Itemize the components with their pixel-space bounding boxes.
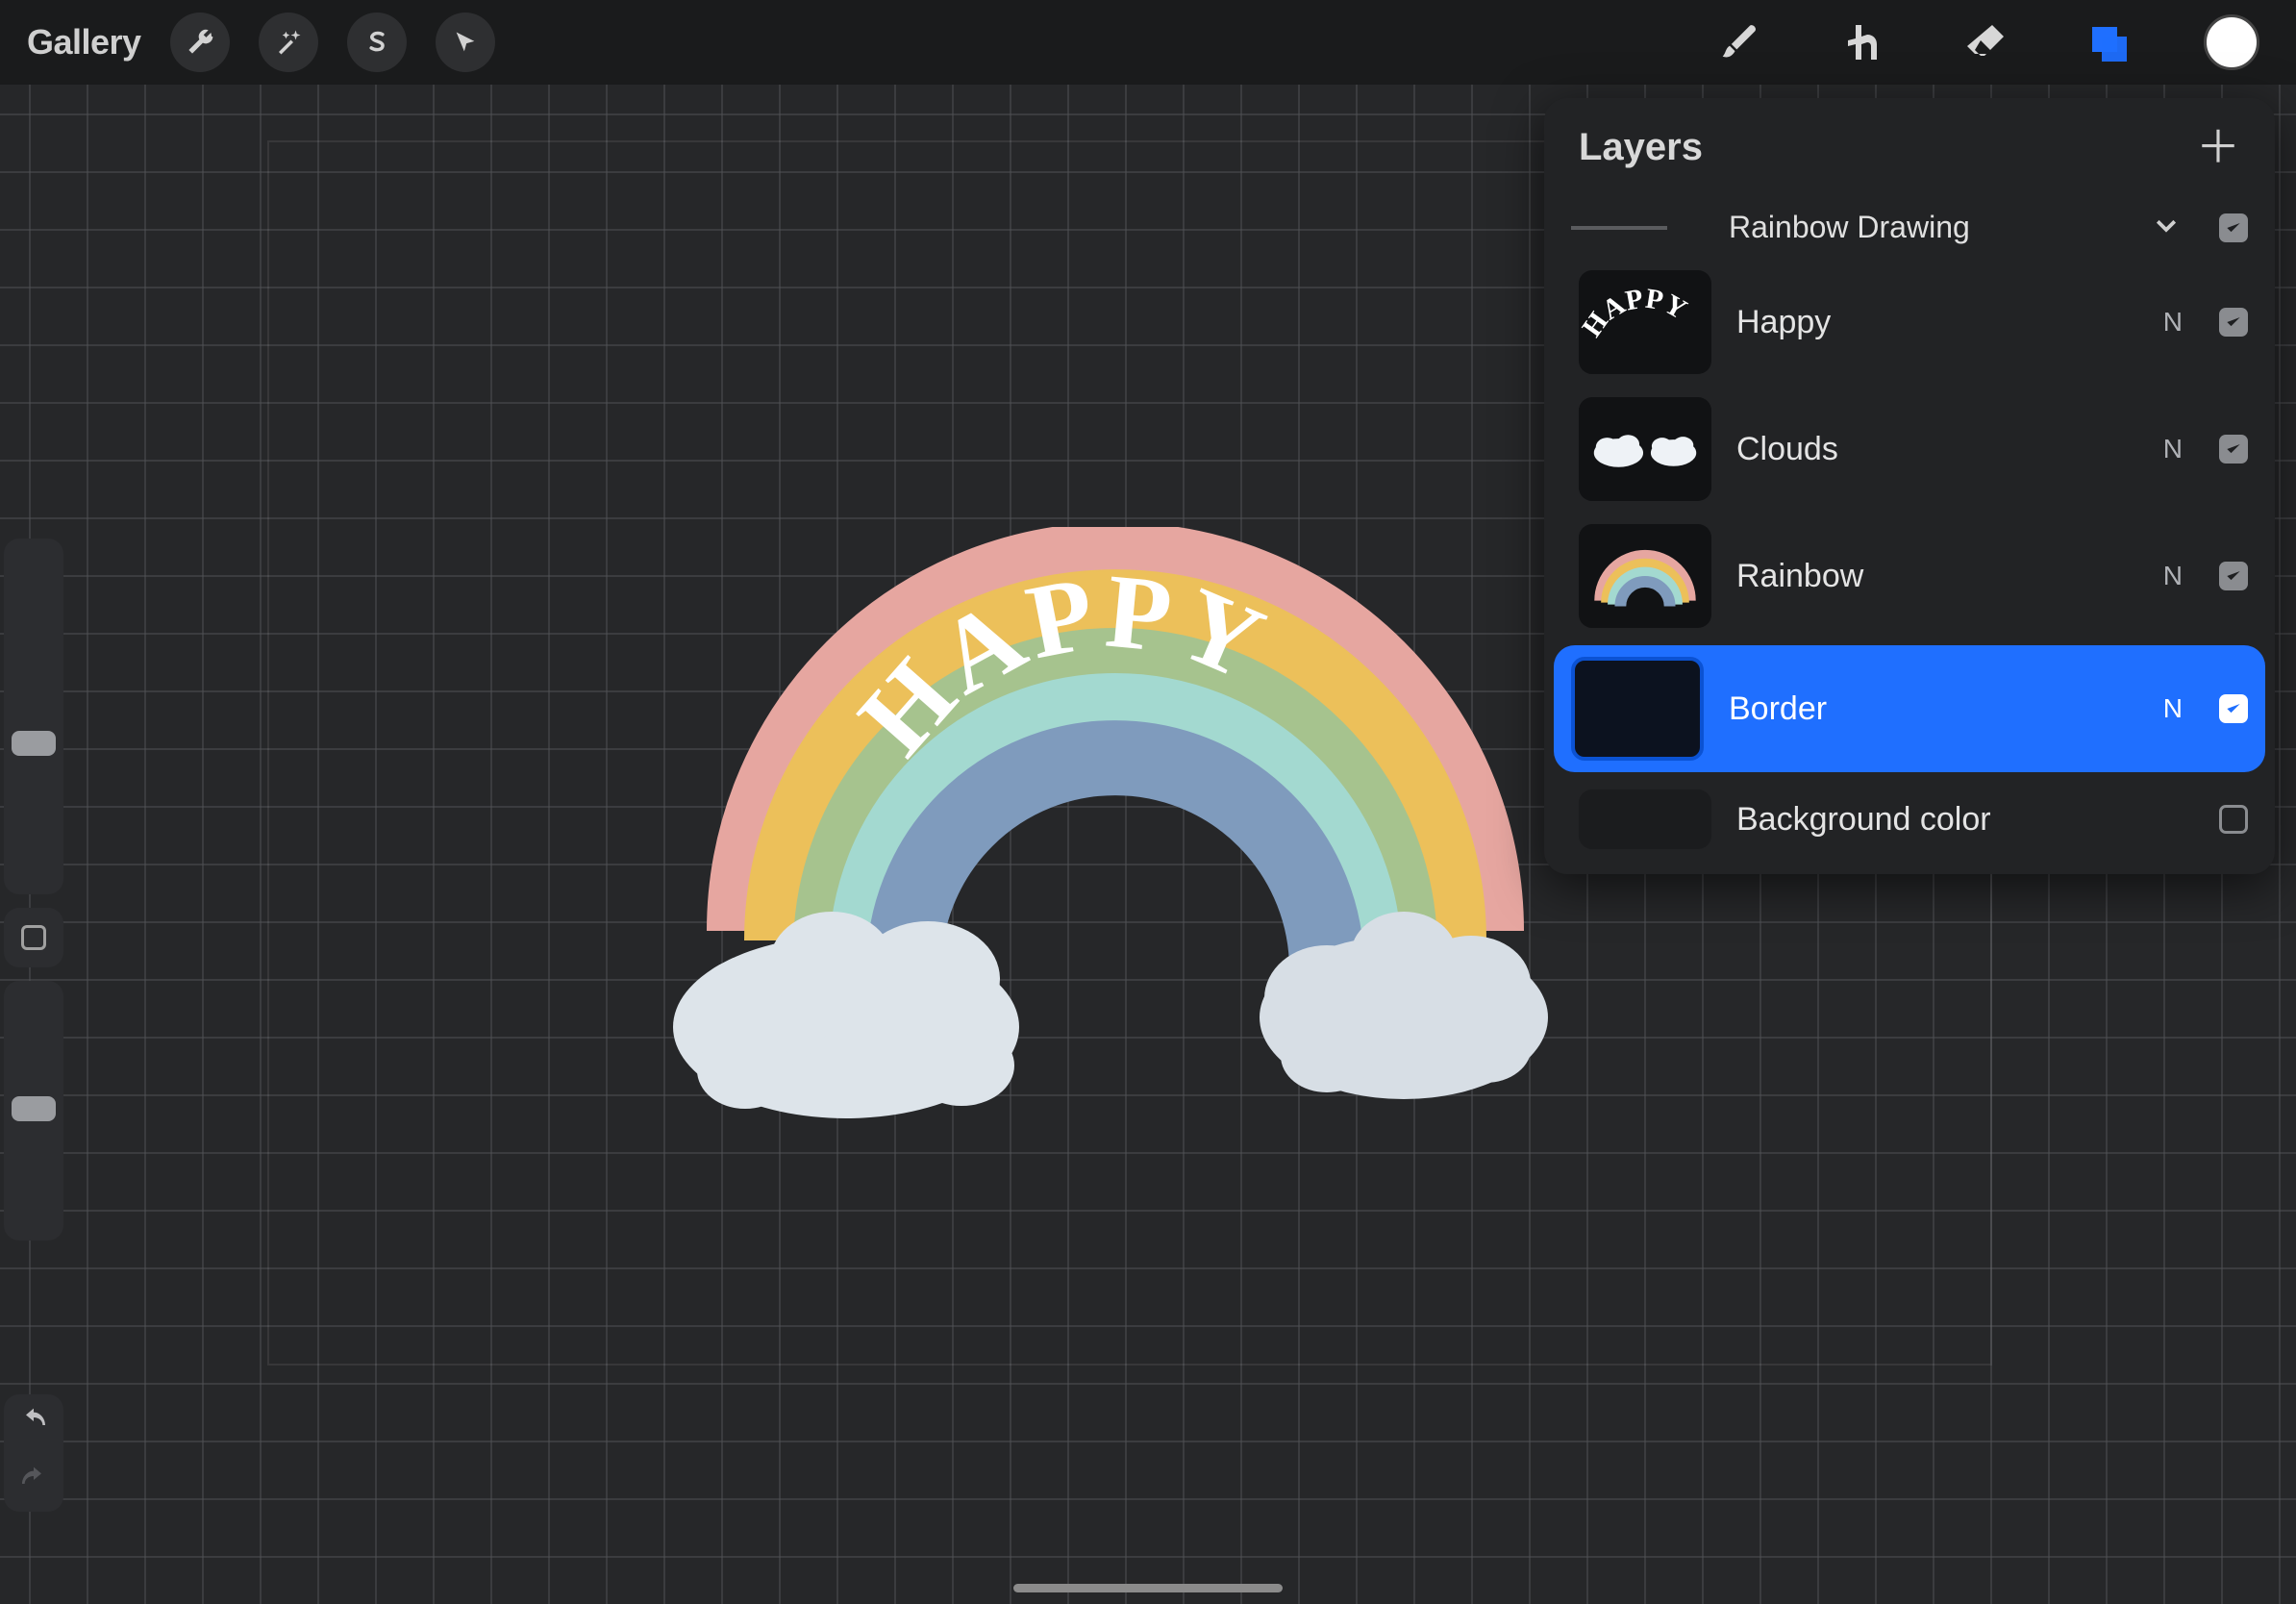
layer-row-happy[interactable]: HAPPY Happy N bbox=[1544, 259, 2275, 386]
brush-tool[interactable] bbox=[1711, 13, 1769, 71]
eraser-tool[interactable] bbox=[1958, 13, 2015, 71]
layers-panel-title: Layers bbox=[1579, 126, 1703, 169]
redo-icon bbox=[18, 1465, 49, 1495]
undo-button[interactable] bbox=[18, 1406, 49, 1441]
layer-visibility-checkbox[interactable] bbox=[2219, 562, 2248, 590]
layers-panel: Layers ＋ Rainbow Drawing HAPPY Happy N bbox=[1544, 98, 2275, 874]
top-toolbar: Gallery bbox=[0, 0, 2296, 85]
selection-s-button[interactable] bbox=[347, 13, 407, 72]
layer-visibility-checkbox[interactable] bbox=[2219, 435, 2248, 464]
group-visibility-checkbox[interactable] bbox=[2219, 213, 2248, 242]
modify-button[interactable] bbox=[4, 908, 63, 967]
layer-row-border[interactable]: Border N bbox=[1554, 645, 2265, 772]
square-icon bbox=[21, 925, 46, 950]
layer-visibility-checkbox[interactable] bbox=[2219, 805, 2248, 834]
chevron-down-icon[interactable] bbox=[2152, 211, 2181, 244]
smudge-icon bbox=[1840, 19, 1886, 65]
left-sidebar bbox=[4, 539, 63, 1254]
brush-size-slider[interactable] bbox=[4, 539, 63, 894]
layer-thumb-border bbox=[1571, 657, 1704, 761]
layer-thumb-clouds bbox=[1579, 397, 1711, 501]
layer-blend-mode[interactable]: N bbox=[2163, 307, 2183, 338]
smudge-tool[interactable] bbox=[1834, 13, 1892, 71]
layer-blend-mode[interactable]: N bbox=[2163, 434, 2183, 464]
layer-row-rainbow[interactable]: Rainbow N bbox=[1544, 513, 2275, 639]
layer-row-background[interactable]: Background color bbox=[1544, 778, 2275, 874]
layers-icon bbox=[2086, 19, 2133, 65]
layer-name: Border bbox=[1729, 690, 2138, 728]
brush-opacity-slider[interactable] bbox=[4, 981, 63, 1241]
gallery-link[interactable]: Gallery bbox=[27, 22, 141, 63]
layer-group-header[interactable]: Rainbow Drawing bbox=[1544, 196, 2275, 259]
actions-wrench-button[interactable] bbox=[170, 13, 230, 72]
layer-group-name: Rainbow Drawing bbox=[1729, 210, 2133, 245]
add-layer-button[interactable]: ＋ bbox=[2196, 125, 2240, 169]
redo-button[interactable] bbox=[18, 1465, 49, 1500]
undo-redo-group bbox=[4, 1394, 63, 1512]
layer-row-clouds[interactable]: Clouds N bbox=[1544, 386, 2275, 513]
undo-icon bbox=[18, 1406, 49, 1437]
wrench-icon bbox=[185, 27, 215, 58]
adjustments-wand-button[interactable] bbox=[259, 13, 318, 72]
layer-visibility-checkbox[interactable] bbox=[2219, 308, 2248, 337]
group-collapse-handle[interactable] bbox=[1571, 226, 1667, 230]
transform-arrow-button[interactable] bbox=[436, 13, 495, 72]
layer-thumb-happy: HAPPY bbox=[1579, 270, 1711, 374]
layer-name: Clouds bbox=[1736, 431, 2138, 468]
cursor-arrow-icon bbox=[452, 29, 479, 56]
eraser-icon bbox=[1963, 19, 2009, 65]
layer-name: Background color bbox=[1736, 801, 2194, 839]
layer-thumb-background bbox=[1579, 789, 1711, 849]
layers-tool[interactable] bbox=[2081, 13, 2138, 71]
layer-name: Happy bbox=[1736, 304, 2138, 341]
home-indicator bbox=[1013, 1584, 1283, 1592]
layer-thumb-rainbow bbox=[1579, 524, 1711, 628]
layer-name: Rainbow bbox=[1736, 558, 2138, 595]
selection-s-icon bbox=[363, 29, 390, 56]
layer-blend-mode[interactable]: N bbox=[2163, 693, 2183, 724]
color-swatch[interactable] bbox=[2204, 14, 2259, 70]
brush-icon bbox=[1719, 21, 1761, 63]
wand-icon bbox=[274, 28, 303, 57]
svg-text:HAPPY: HAPPY bbox=[1579, 284, 1692, 343]
layer-blend-mode[interactable]: N bbox=[2163, 561, 2183, 591]
layer-visibility-checkbox[interactable] bbox=[2219, 694, 2248, 723]
